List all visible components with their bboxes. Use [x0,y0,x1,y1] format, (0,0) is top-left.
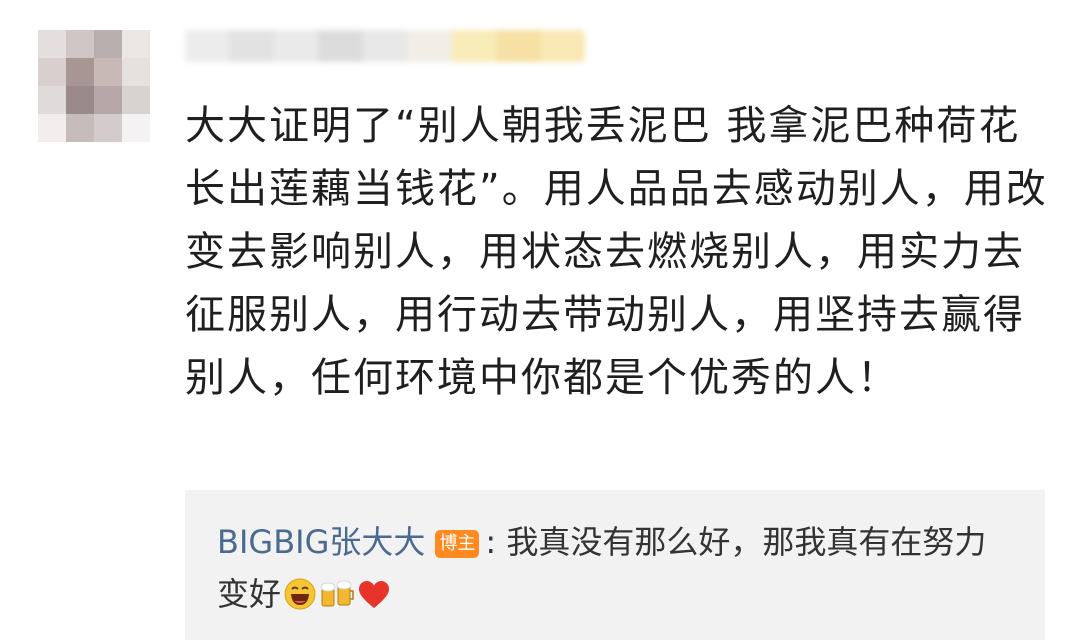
reply-username-link[interactable]: BIGBIG张大大 [217,523,425,561]
reply-content: BIGBIG张大大 博主: 我真没有那么好，那我真有在努力变好 [217,516,997,626]
beer-mugs-icon [319,574,355,626]
red-heart-icon [357,574,391,626]
laughing-face-icon [283,574,317,626]
reply-box: BIGBIG张大大 博主: 我真没有那么好，那我真有在努力变好 [185,490,1045,640]
author-badge: 博主 [435,530,480,558]
blurred-username[interactable] [185,30,585,62]
avatar[interactable] [38,30,150,142]
comment-text: 大大证明了“别人朝我丢泥巴 我拿泥巴种荷花 长出莲藕当钱花”。用人品品去感动别人… [185,103,1048,401]
